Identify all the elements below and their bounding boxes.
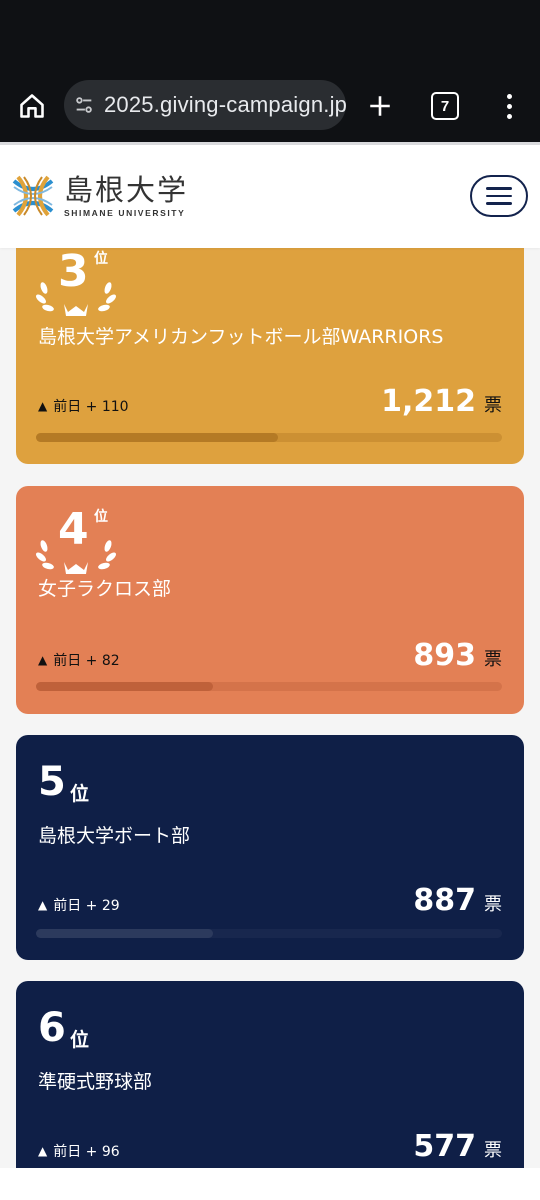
status-bar [0,0,540,68]
triangle-up-icon: ▲ [38,399,48,413]
rank-suffix: 位 [70,783,90,805]
ranking-card[interactable]: 6 位 準硬式野球部 ▲ 前日 + 96 577 票 [16,981,524,1168]
logo-mark-icon [12,175,54,217]
progress-bar [36,682,502,691]
triangle-up-icon: ▲ [38,898,48,912]
site-settings-button[interactable] [64,80,104,130]
home-button[interactable] [14,88,50,124]
url-text[interactable]: 2025.giving-campaign.jp [104,92,346,118]
ranking-list: 3 位 島根大学アメリカンフットボール部WARRIORS ▲ 前日 + 110 … [0,248,540,1168]
ranking-card[interactable]: 5 位 島根大学ボート部 ▲ 前日 + 29 887 票 [16,735,524,960]
vote-number: 577 [413,1129,476,1164]
triangle-up-icon: ▲ [38,653,48,667]
progress-fill [36,433,279,442]
browser-toolbar: 2025.giving-campaign.jp 7 [0,68,540,142]
triangle-up-icon: ▲ [38,1144,48,1158]
vote-number: 893 [413,638,476,673]
team-name: 島根大学ボート部 [38,825,191,847]
rank-number: 5 [38,759,66,805]
vote-count: 887 票 [413,883,502,918]
daily-change: ▲ 前日 + 110 [38,396,129,416]
vote-count: 577 票 [413,1129,502,1164]
hamburger-menu-button[interactable] [470,175,528,217]
rank-badge: 3 位 [36,248,116,318]
rank-number: 4 [58,504,89,555]
daily-change: ▲ 前日 + 82 [38,650,120,670]
team-name: 準硬式野球部 [38,1071,153,1093]
bottom-strip [0,1168,540,1200]
address-bar[interactable]: 2025.giving-campaign.jp [64,80,346,130]
hamburger-menu-icon [486,187,512,190]
tab-switcher-button[interactable]: 7 [431,92,459,120]
progress-bar [36,433,502,442]
vote-unit: 票 [484,395,502,416]
vote-unit: 票 [484,1140,502,1161]
daily-change-text: 前日 + 96 [53,1144,120,1160]
site-settings-icon [76,97,92,113]
rank-badge: 4 位 [36,504,116,576]
team-name: 島根大学アメリカンフットボール部WARRIORS [38,326,444,348]
vote-unit: 票 [484,649,502,670]
vote-count: 893 票 [413,638,502,673]
progress-fill [36,682,214,691]
ranking-card[interactable]: 4 位 女子ラクロス部 ▲ 前日 + 82 893 票 [16,486,524,714]
home-icon [20,94,44,118]
university-logo[interactable]: 島根大学 SHIMANE UNIVERSITY [10,173,188,219]
daily-change-text: 前日 + 82 [53,653,120,669]
daily-change-text: 前日 + 110 [53,399,129,415]
daily-change-text: 前日 + 29 [53,898,120,914]
ranking-card[interactable]: 3 位 島根大学アメリカンフットボール部WARRIORS ▲ 前日 + 110 … [16,248,524,464]
rank-suffix: 位 [94,251,108,267]
rank-suffix: 位 [70,1029,90,1051]
plus-icon [370,96,390,116]
daily-change: ▲ 前日 + 29 [38,895,120,915]
vote-number: 887 [413,883,476,918]
rank-suffix: 位 [94,509,108,525]
rank-number: 3 [58,248,89,297]
new-tab-button[interactable] [362,88,398,124]
daily-change: ▲ 前日 + 96 [38,1141,120,1161]
site-header: 島根大学 SHIMANE UNIVERSITY [0,142,540,248]
team-name: 女子ラクロス部 [38,578,172,600]
logo-japanese-text: 島根大学 [64,173,189,207]
progress-fill [36,929,214,938]
progress-bar [36,929,502,938]
vote-unit: 票 [484,894,502,915]
rank-number: 6 [38,1005,66,1051]
vote-count: 1,212 票 [381,384,502,419]
vote-number: 1,212 [381,384,476,419]
more-vert-icon[interactable] [494,88,524,124]
logo-english-text: SHIMANE UNIVERSITY [64,208,186,218]
